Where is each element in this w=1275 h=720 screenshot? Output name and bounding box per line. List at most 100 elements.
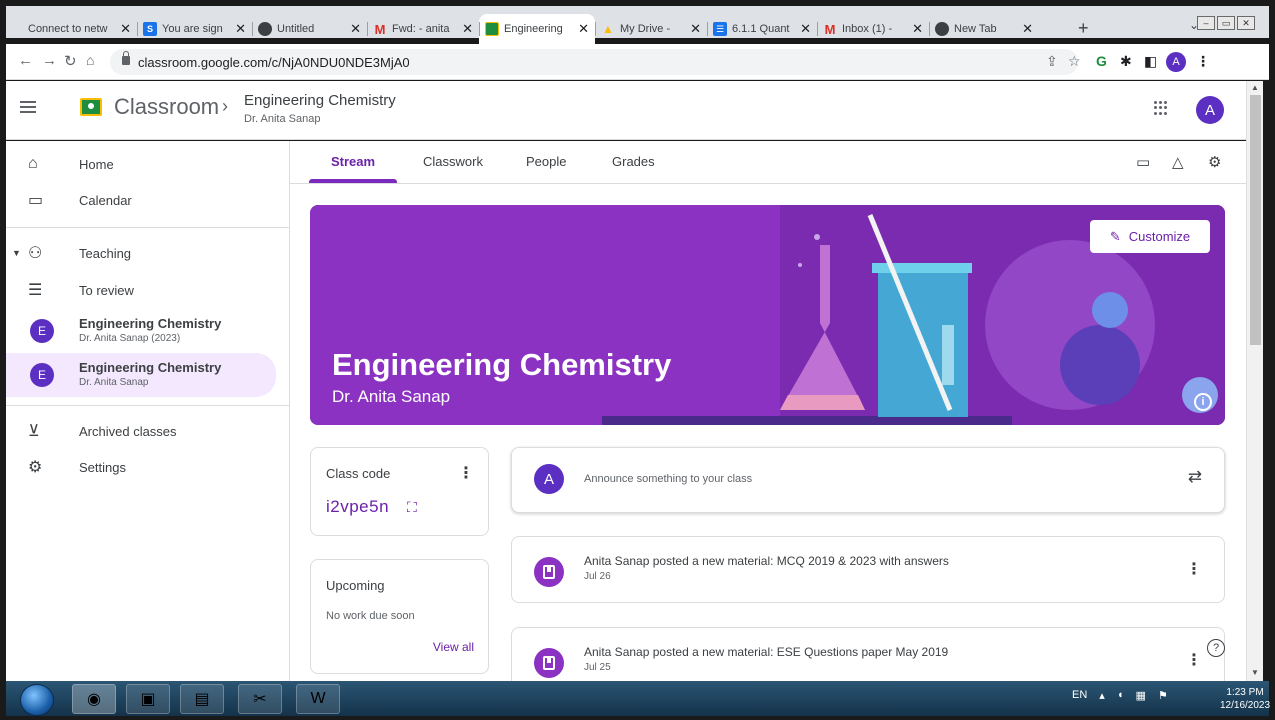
sidebar-item-teaching[interactable]: ▼ ⚇ Teaching — [6, 235, 276, 271]
drive-folder-icon[interactable]: △ — [1172, 153, 1184, 171]
browser-tab-strip: Connect to netw ✕ S You are sign ✕ Untitled… — [0, 0, 1275, 44]
browser-tab[interactable]: Untitled ✕ — [252, 14, 367, 44]
more-options-icon[interactable]: ⋮ — [1186, 650, 1202, 670]
browser-tab[interactable]: ☰ 6.1.1 Quant ✕ — [707, 14, 817, 44]
grammarly-icon[interactable]: G — [1096, 53, 1107, 69]
gmail-icon: M — [374, 21, 386, 37]
google-apps-icon[interactable] — [1154, 101, 1168, 115]
chrome-taskbar-icon[interactable]: ◉ — [72, 684, 116, 714]
volume-icon[interactable]: ◖ — [1117, 689, 1124, 702]
browser-menu-icon[interactable]: ⋮ — [1196, 53, 1210, 70]
close-tab-icon[interactable]: ✕ — [235, 21, 246, 37]
system-tray: EN ▴ ◖ ▦ ⚑ — [1072, 689, 1168, 702]
customize-button[interactable]: ✎ Customize — [1090, 220, 1210, 253]
material-icon — [534, 648, 564, 678]
material-icon — [534, 557, 564, 587]
browser-tab[interactable]: Connect to netw ✕ — [22, 14, 137, 44]
close-tab-icon[interactable]: ✕ — [912, 21, 923, 37]
reload-icon[interactable]: ↻ — [64, 52, 77, 70]
sites-icon: S — [143, 22, 157, 36]
more-options-icon[interactable]: ⋮ — [1186, 559, 1202, 579]
action-center-icon[interactable]: ⚑ — [1158, 689, 1168, 702]
new-tab-button[interactable]: + — [1078, 18, 1089, 39]
media-player-taskbar-icon[interactable]: ▣ — [126, 684, 170, 714]
snipping-tool-taskbar-icon[interactable]: ✂ — [238, 684, 282, 714]
windows-start-button[interactable] — [20, 684, 54, 716]
tab-grades[interactable]: Grades — [612, 154, 655, 169]
minimize-icon[interactable]: – — [1197, 16, 1215, 30]
scroll-down-icon[interactable]: ▼ — [1251, 668, 1259, 677]
stream-post[interactable]: Anita Sanap posted a new material: MCQ 2… — [511, 536, 1225, 603]
class-code-value: i2vpe5n — [326, 497, 390, 516]
sidebar-item-settings[interactable]: ⚙ Settings — [6, 449, 276, 485]
classroom-logo[interactable] — [80, 98, 102, 116]
help-icon[interactable]: ? — [1207, 639, 1225, 657]
browser-tab[interactable]: S You are sign ✕ — [137, 14, 252, 44]
clock[interactable]: 1:23 PM 12/16/2023 — [1220, 686, 1270, 712]
pencil-icon: ✎ — [1109, 228, 1121, 244]
browser-tab[interactable]: ▲ My Drive - ✕ — [595, 14, 707, 44]
sidebar-item-to-review[interactable]: ☰ To review — [6, 272, 276, 308]
forward-arrow-icon[interactable]: → — [42, 52, 57, 69]
view-all-link[interactable]: View all — [433, 640, 474, 654]
banner-teacher: Dr. Anita Sanap — [332, 387, 451, 406]
repost-icon[interactable]: ⇄ — [1188, 467, 1202, 487]
browser-tab-active[interactable]: Engineering ✕ — [479, 14, 595, 44]
browser-tab[interactable]: M Fwd: - anita ✕ — [367, 14, 479, 44]
sidebar-item-home[interactable]: ⌂ Home — [6, 146, 276, 182]
sidebar-class-item-selected[interactable]: E Engineering Chemistry Dr. Anita Sanap — [6, 353, 276, 397]
close-tab-icon[interactable]: ✕ — [800, 21, 811, 37]
post-title: Anita Sanap posted a new material: MCQ 2… — [584, 554, 949, 568]
announce-placeholder[interactable]: Announce something to your class — [584, 473, 752, 485]
close-tab-icon[interactable]: ✕ — [578, 21, 589, 37]
tab-stream[interactable]: Stream — [331, 154, 375, 169]
browser-profile-avatar[interactable]: A — [1166, 52, 1186, 72]
class-avatar: E — [30, 319, 54, 343]
info-icon[interactable]: i — [1194, 393, 1212, 411]
home-icon[interactable]: ⌂ — [86, 52, 94, 68]
brand-name[interactable]: Classroom — [114, 94, 219, 120]
main-content: Stream Classwork People Grades ▭ △ ⚙ Eng… — [290, 141, 1246, 694]
share-icon[interactable]: ⇪ — [1046, 53, 1058, 70]
word-taskbar-icon[interactable]: W — [296, 684, 340, 714]
scroll-up-icon[interactable]: ▲ — [1251, 83, 1259, 92]
close-tab-icon[interactable]: ✕ — [350, 21, 361, 37]
main-menu-icon[interactable] — [20, 101, 36, 113]
sidebar-class-item[interactable]: E Engineering Chemistry Dr. Anita Sanap … — [6, 309, 276, 353]
close-tab-icon[interactable]: ✕ — [120, 21, 131, 37]
close-window-icon[interactable]: ✕ — [1237, 16, 1255, 30]
sidebar-item-calendar[interactable]: ▭ Calendar — [6, 182, 276, 218]
tray-expand-icon[interactable]: ▴ — [1099, 689, 1105, 702]
close-tab-icon[interactable]: ✕ — [690, 21, 701, 37]
language-indicator[interactable]: EN — [1072, 689, 1087, 702]
sidebar-item-archived[interactable]: ⊻ Archived classes — [6, 413, 276, 449]
class-settings-gear-icon[interactable]: ⚙ — [1208, 153, 1221, 171]
upcoming-label: Upcoming — [326, 578, 385, 593]
tab-classwork[interactable]: Classwork — [423, 154, 483, 169]
tab-people[interactable]: People — [526, 154, 566, 169]
side-panel-icon[interactable]: ◧ — [1144, 53, 1157, 70]
announce-box[interactable]: A Announce something to your class ⇄ — [511, 447, 1225, 513]
scrollbar-thumb[interactable] — [1250, 95, 1261, 345]
browser-tab[interactable]: New Tab ✕ — [929, 14, 1039, 44]
calendar-icon[interactable]: ▭ — [1136, 153, 1150, 171]
more-options-icon[interactable]: ⋮ — [458, 463, 474, 483]
back-arrow-icon[interactable]: ← — [18, 52, 33, 69]
active-tab-indicator — [309, 179, 397, 183]
file-explorer-taskbar-icon[interactable]: ▤ — [180, 684, 224, 714]
archive-icon: ⊻ — [28, 423, 40, 440]
clock-time: 1:23 PM — [1226, 687, 1264, 698]
browser-tab[interactable]: M Inbox (1) - ✕ — [817, 14, 929, 44]
extensions-puzzle-icon[interactable]: ✱ — [1120, 53, 1132, 70]
post-date: Jul 25 — [584, 662, 611, 673]
fullscreen-icon[interactable]: ⛶ — [407, 499, 417, 516]
close-tab-icon[interactable]: ✕ — [1022, 21, 1033, 37]
page-scrollbar[interactable]: ▲ ▼ — [1246, 81, 1263, 681]
close-tab-icon[interactable]: ✕ — [462, 21, 473, 37]
address-bar[interactable]: classroom.google.com/c/NjA0NDU0NDE3MjA0 — [110, 49, 1078, 75]
user-avatar[interactable]: A — [1196, 96, 1224, 124]
sidebar-item-label: Teaching — [79, 245, 132, 261]
network-icon[interactable]: ▦ — [1135, 689, 1145, 702]
maximize-icon[interactable]: ▭ — [1217, 16, 1235, 30]
bookmark-star-icon[interactable]: ☆ — [1068, 53, 1081, 70]
